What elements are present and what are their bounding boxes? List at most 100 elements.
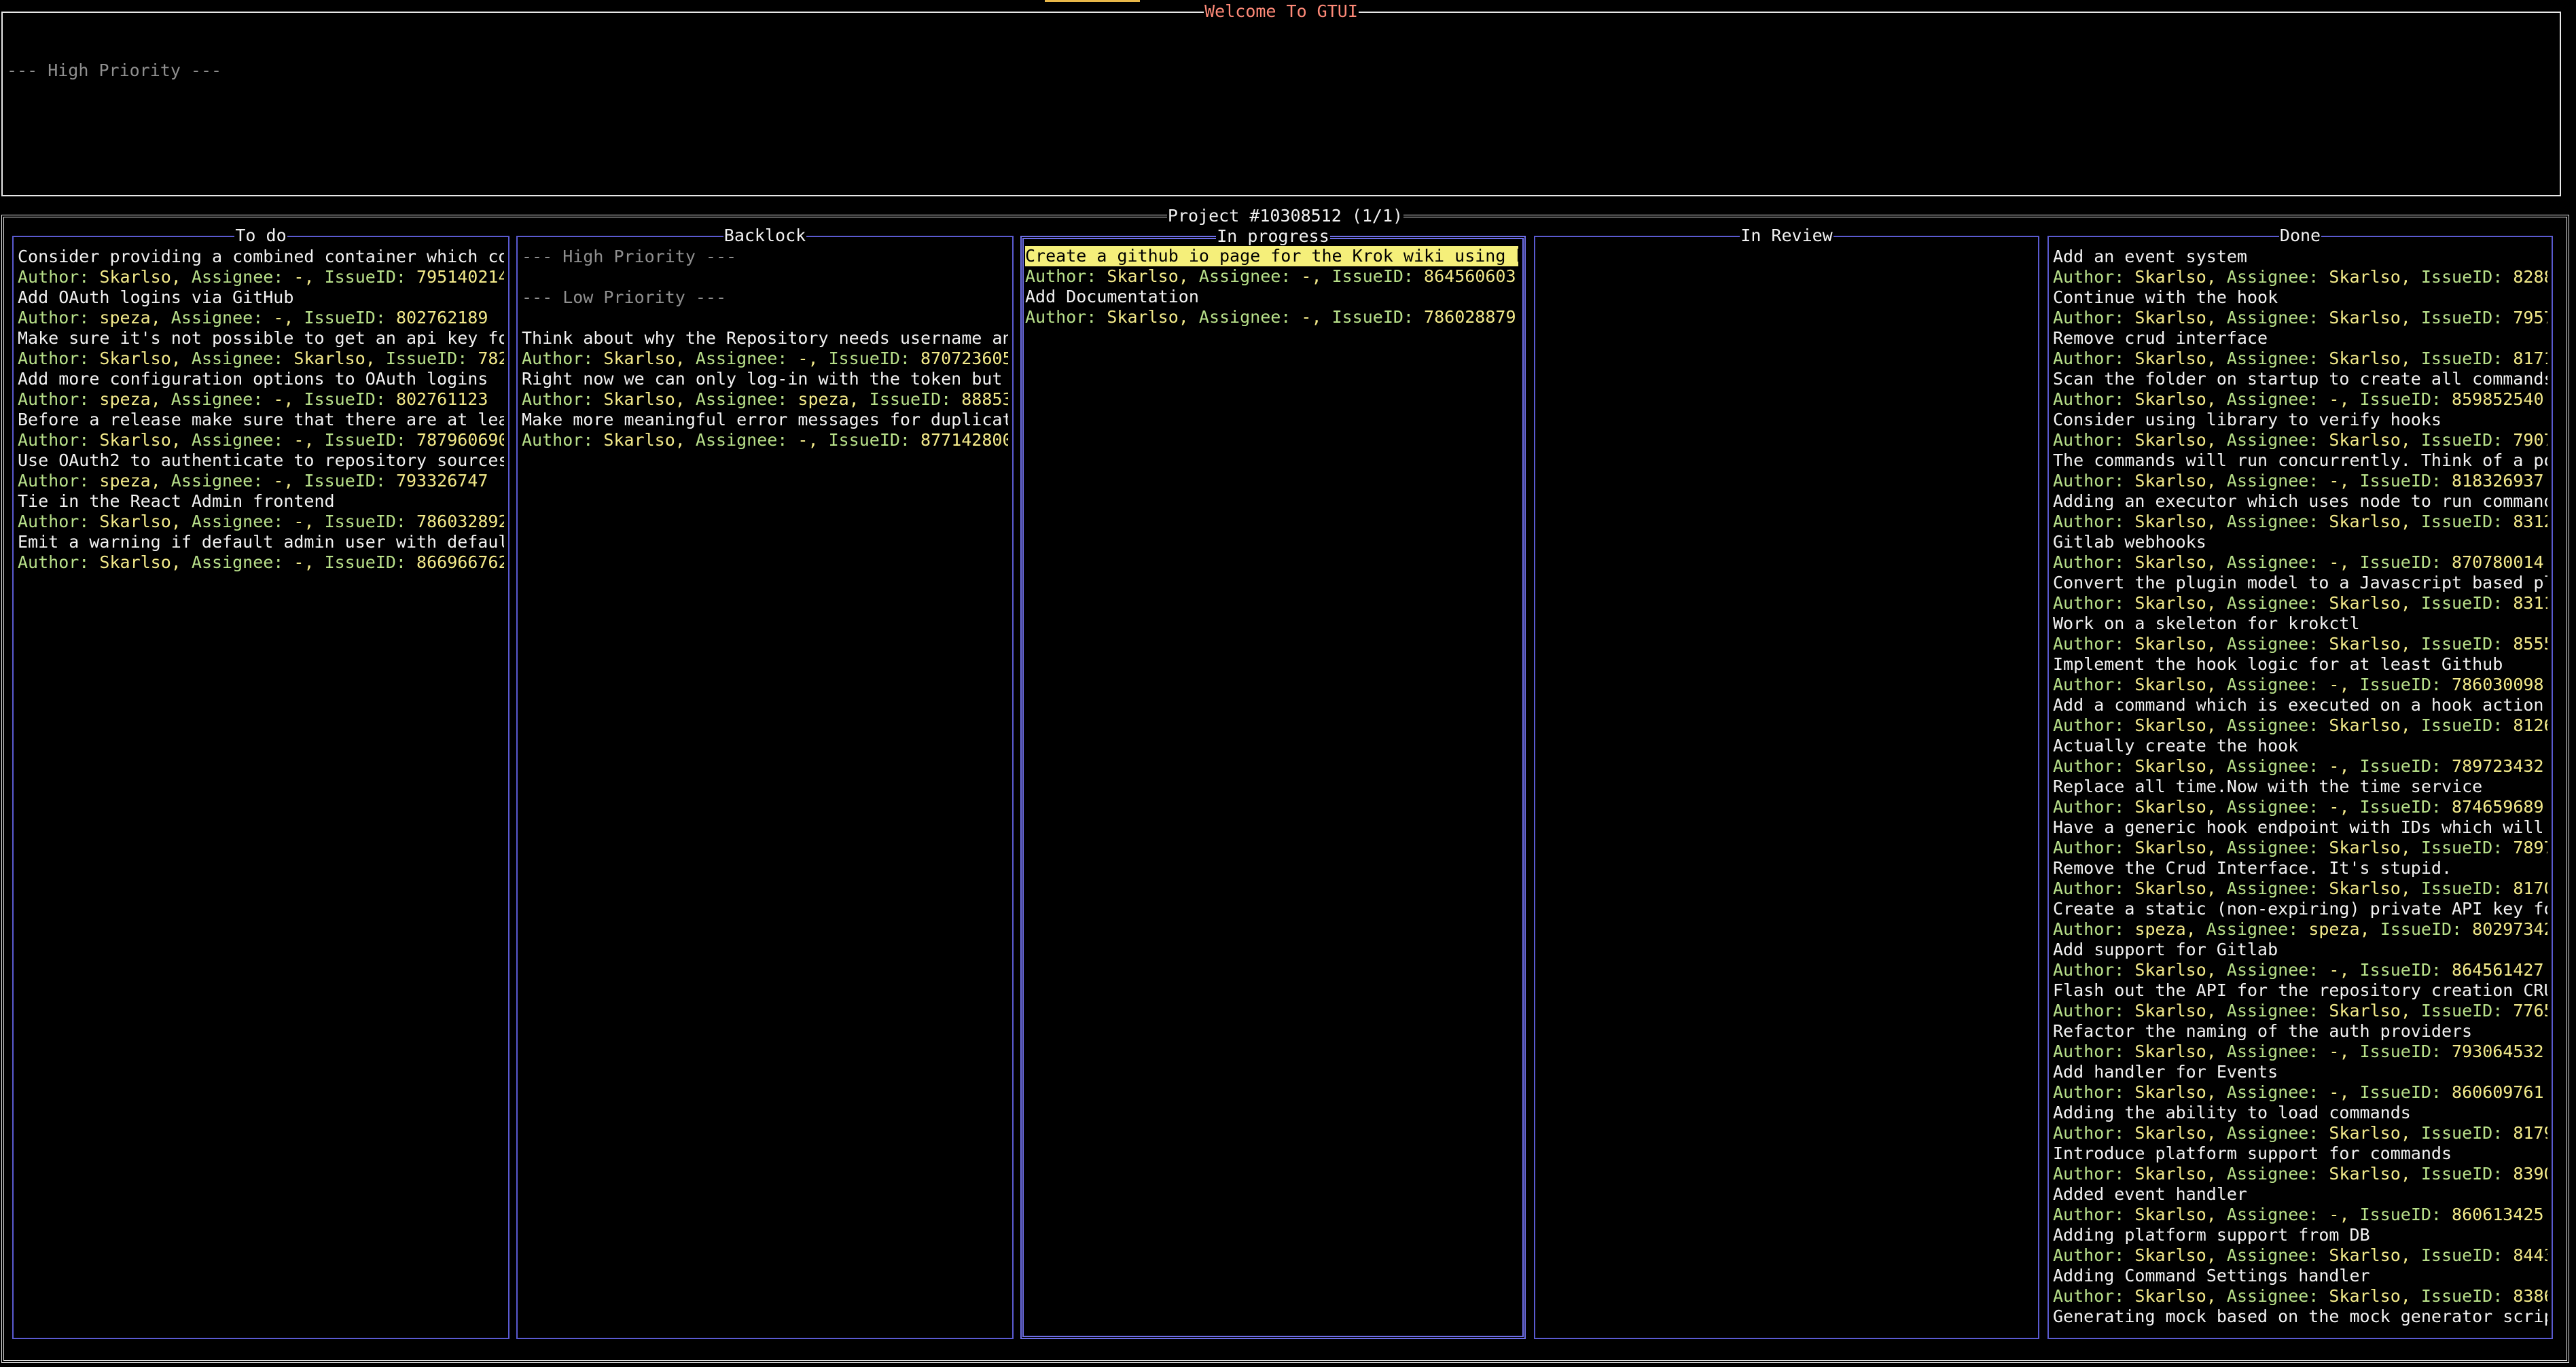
author-value: Skarlso (603, 349, 675, 368)
separator: , (2400, 634, 2421, 654)
separator: , (808, 349, 829, 368)
author-label: Author: (2053, 634, 2135, 654)
assignee-label: Assignee: (2226, 267, 2329, 287)
issue-id-value: 8555912 (2513, 634, 2547, 654)
issue-meta: Author: Skarlso, Assignee: -, IssueID: 7… (2053, 756, 2547, 777)
issue-title[interactable]: Flash out the API for the repository cre… (2053, 980, 2547, 1001)
author-value: Skarlso (2134, 960, 2206, 980)
issue-title[interactable]: Actually create the hook (2053, 736, 2547, 756)
issue-id-value: 8390622 (2513, 1164, 2547, 1184)
issue-title[interactable]: Convert the plugin model to a Javascript… (2053, 573, 2547, 593)
author-value: Skarlso (2134, 878, 2206, 898)
author-label: Author: (2053, 756, 2135, 776)
issue-title[interactable]: Make more meaningful error messages for … (522, 410, 1008, 430)
assignee-value: Skarlso (2329, 1123, 2401, 1143)
issue-meta: Author: Skarlso, Assignee: -, IssueID: 7… (18, 267, 504, 287)
issue-title[interactable]: Replace all time.Now with the time servi… (2053, 777, 2547, 797)
issue-title[interactable]: Add an event system (2053, 247, 2547, 267)
welcome-panel: Welcome To GTUI --- High Priority --- (1, 1, 2561, 196)
author-value: Skarlso (2134, 675, 2206, 694)
column-in-progress[interactable]: In progress Create a github io page for … (1020, 226, 1526, 1339)
issue-title[interactable]: Before a release make sure that there ar… (18, 410, 504, 430)
issue-title[interactable]: Have a generic hook endpoint with IDs wh… (2053, 817, 2547, 838)
issue-meta: Author: Skarlso, Assignee: speza, IssueI… (522, 389, 1008, 410)
separator: , (675, 430, 696, 450)
issue-title-text: Generating mock based on the mock genera… (2053, 1307, 2547, 1326)
issue-id-value: 793064532 (2452, 1042, 2544, 1061)
issue-title[interactable]: Add OAuth logins via GitHub (18, 287, 504, 308)
separator: , (2206, 878, 2227, 898)
issue-meta: Author: Skarlso, Assignee: Skarlso, Issu… (2053, 838, 2547, 858)
issue-title[interactable]: Generating mock based on the mock genera… (2053, 1307, 2547, 1327)
issue-title-text: Continue with the hook (2053, 287, 2278, 307)
issue-title[interactable]: Work on a skeleton for krokctl (2053, 614, 2547, 634)
issue-title[interactable]: Gitlab webhooks (2053, 532, 2547, 552)
issue-title[interactable]: Add more configuration options to OAuth … (18, 369, 504, 389)
assignee-label: Assignee: (2226, 512, 2329, 531)
issue-title[interactable]: The commands will run concurrently. Thin… (2053, 450, 2547, 471)
separator: , (2400, 1245, 2421, 1265)
issue-title[interactable]: Right now we can only log-in with the to… (522, 369, 1008, 389)
column-backlock[interactable]: Backlock --- High Priority --- --- Low Pr… (516, 226, 1014, 1339)
issue-title[interactable]: Implement the hook logic for at least Gi… (2053, 654, 2547, 675)
separator: , (2400, 593, 2421, 613)
separator: , (2206, 430, 2227, 450)
separator: , (1178, 307, 1199, 327)
issue-title[interactable]: Adding the ability to load commands (2053, 1103, 2547, 1123)
assignee-label: Assignee: (2226, 797, 2329, 817)
assignee-label: Assignee: (2226, 1123, 2329, 1143)
issue-title[interactable]: Adding platform support from DB (2053, 1225, 2547, 1245)
assignee-value: - (2329, 675, 2340, 694)
author-label: Author: (2053, 267, 2135, 287)
issue-title[interactable]: Add a command which is executed on a hoo… (2053, 695, 2547, 715)
assignee-value: Skarlso (2329, 267, 2401, 287)
issue-title[interactable]: Create a github io page for the Krok wik… (1025, 246, 1518, 266)
author-label: Author: (2053, 960, 2135, 980)
separator: , (171, 552, 192, 572)
issue-title[interactable]: Adding an executor which uses node to ru… (2053, 491, 2547, 512)
separator: , (1311, 266, 1332, 286)
issue-title[interactable]: Tie in the React Admin frontend (18, 491, 504, 512)
issue-meta: Author: Skarlso, Assignee: -, IssueID: 7… (2053, 1042, 2547, 1062)
issue-id-value: 8443347 (2513, 1245, 2547, 1265)
issue-title[interactable]: Introduce platform support for commands (2053, 1143, 2547, 1164)
issue-title-text: Remove the Crud Interface. It's stupid. (2053, 858, 2452, 878)
assignee-value: - (2329, 389, 2340, 409)
author-label: Author: (18, 552, 100, 572)
issue-title[interactable]: Remove crud interface (2053, 328, 2547, 349)
author-label: Author: (2053, 552, 2135, 572)
issue-title[interactable]: Remove the Crud Interface. It's stupid. (2053, 858, 2547, 878)
issue-title[interactable]: Add handler for Events (2053, 1062, 2547, 1082)
author-value: speza (99, 471, 151, 491)
issue-title[interactable]: Add Documentation (1025, 287, 1518, 307)
issue-id-value: 802762189 (395, 308, 488, 327)
issue-id-label: IssueID: (324, 512, 417, 531)
author-label: Author: (18, 389, 100, 409)
issue-title[interactable]: Continue with the hook (2053, 287, 2547, 308)
issue-title[interactable]: Make sure it's not possible to get an ap… (18, 328, 504, 349)
issue-id-label: IssueID: (2420, 878, 2514, 898)
issue-title[interactable]: Emit a warning if default admin user wit… (18, 532, 504, 552)
author-value: Skarlso (2134, 1286, 2206, 1306)
issue-title[interactable]: Added event handler (2053, 1184, 2547, 1205)
column-in-review[interactable]: In Review (1534, 226, 2039, 1339)
issue-id-label: IssueID: (2359, 756, 2452, 776)
separator: , (283, 471, 304, 491)
assignee-label: Assignee: (2226, 1042, 2329, 1061)
issue-title[interactable]: Add support for Gitlab (2053, 940, 2547, 960)
separator: , (2185, 919, 2206, 939)
issue-title[interactable]: Use OAuth2 to authenticate to repository… (18, 450, 504, 471)
issue-title[interactable]: Scan the folder on startup to create all… (2053, 369, 2547, 389)
issue-id-value: 864560603 (1424, 266, 1516, 286)
issue-title[interactable]: Consider using library to verify hooks (2053, 410, 2547, 430)
column-todo[interactable]: To do Consider providing a combined cont… (12, 226, 509, 1339)
issue-title[interactable]: Adding Command Settings handler (2053, 1266, 2547, 1286)
issue-title[interactable]: Create a static (non-expiring) private A… (2053, 899, 2547, 919)
issue-title[interactable]: Consider providing a combined container … (18, 247, 504, 267)
assignee-label: Assignee: (2226, 1001, 2329, 1020)
issue-title[interactable]: Think about why the Repository needs use… (522, 328, 1008, 349)
author-value: Skarlso (1107, 266, 1179, 286)
column-done[interactable]: Done Add an event system Author: Skarlso,… (2047, 226, 2553, 1339)
separator: , (2359, 919, 2380, 939)
issue-title[interactable]: Refactor the naming of the auth provider… (2053, 1021, 2547, 1042)
